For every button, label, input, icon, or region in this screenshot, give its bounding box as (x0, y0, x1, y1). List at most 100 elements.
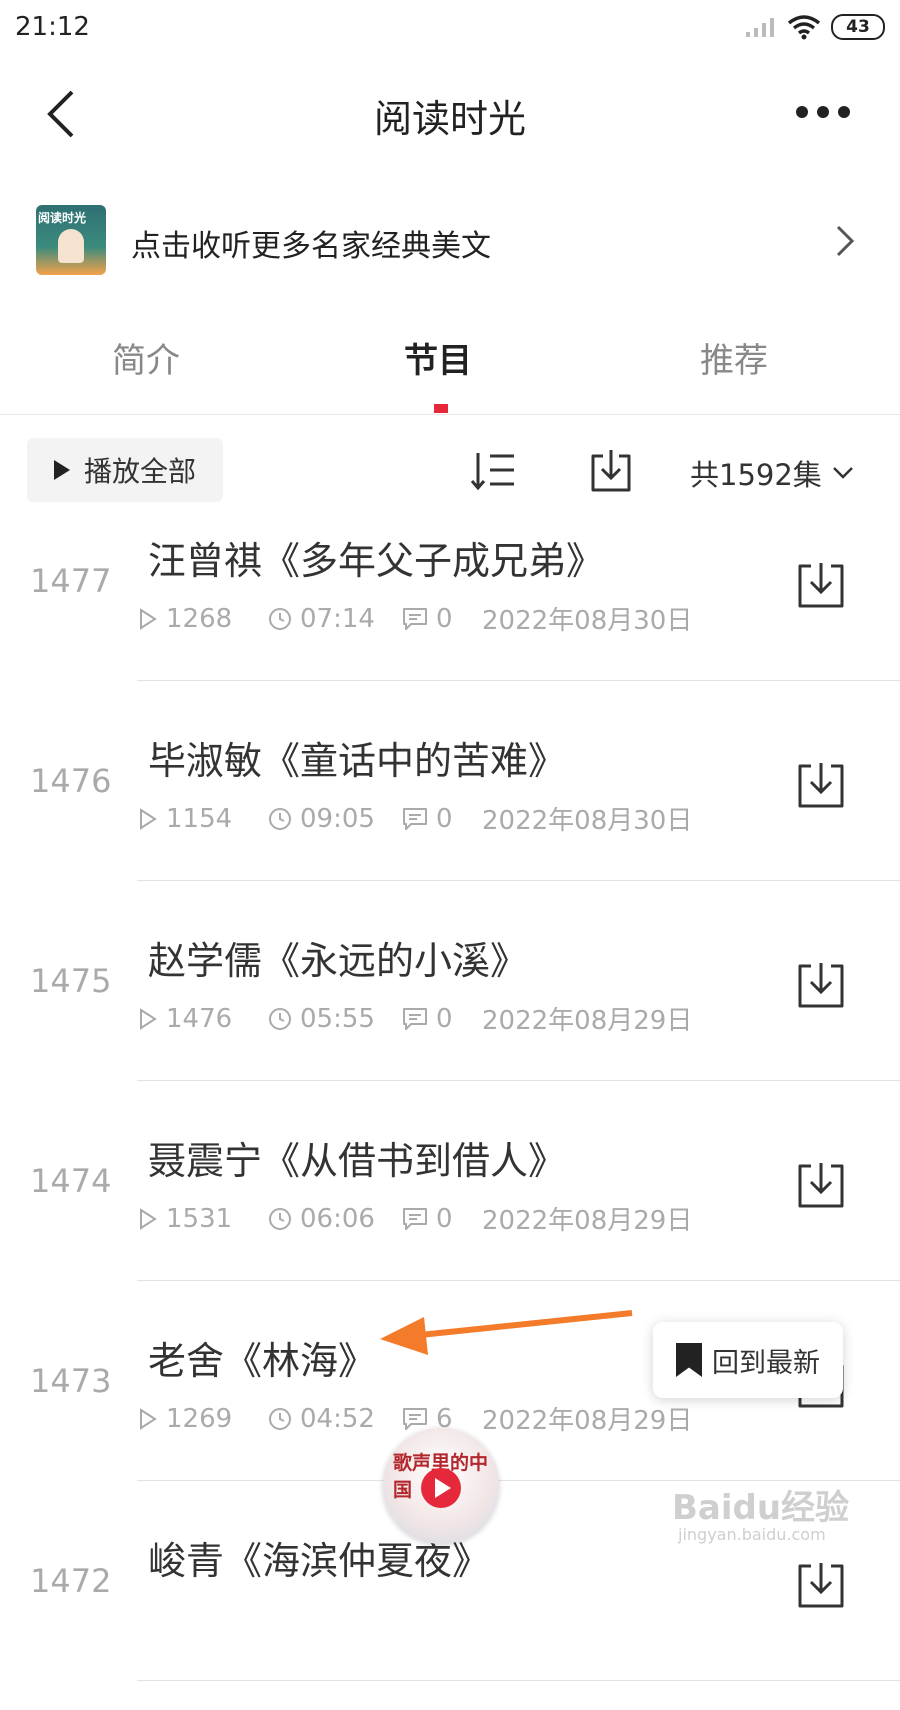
comment-count: 0 (402, 1004, 482, 1034)
publish-date: 2022年08月29日 (482, 1406, 693, 1436)
play-outline-icon (140, 807, 157, 830)
publish-date: 2022年08月29日 (482, 1006, 693, 1036)
episode-title[interactable]: 赵学儒《永远的小溪》 (148, 930, 528, 985)
duration-value: 05:55 (300, 1003, 375, 1034)
download-icon[interactable] (796, 1560, 846, 1610)
more-dot-icon (817, 106, 829, 118)
clock-icon (269, 1407, 291, 1430)
mini-player-play-icon[interactable] (421, 1468, 461, 1508)
download-icon[interactable] (796, 560, 846, 610)
watermark-url: jingyan.baidu.com (678, 1525, 826, 1544)
play-count-value: 1476 (166, 1003, 233, 1034)
chevron-right-icon (836, 225, 855, 257)
episode-row[interactable]: 1474 聂震宁《从借书到借人》 1531 06:06 0 2022年08月29… (0, 1110, 900, 1310)
publish-date: 2022年08月29日 (482, 1206, 693, 1236)
download-icon[interactable] (796, 760, 846, 810)
episode-row[interactable]: 1477 汪曾祺《多年父子成兄弟》 1268 07:14 0 2022年08月3… (0, 510, 900, 710)
row-divider (137, 1280, 900, 1281)
play-all-button[interactable]: 播放全部 (27, 438, 223, 502)
comment-icon (403, 1007, 427, 1030)
bookmark-icon (676, 1343, 702, 1377)
play-count: 1476 (138, 1004, 268, 1034)
back-to-latest-button[interactable]: 回到最新 (653, 1322, 843, 1398)
clock-icon (269, 1007, 291, 1030)
battery-indicator: 43 (831, 14, 885, 40)
promo-banner[interactable]: 阅读时光 点击收听更多名家经典美文 (36, 205, 856, 275)
episode-number: 1475 (30, 962, 112, 1000)
play-all-label: 播放全部 (83, 455, 196, 488)
clock-icon (269, 607, 291, 630)
publish-date: 2022年08月30日 (482, 806, 693, 836)
play-outline-icon (140, 607, 157, 630)
duration-value: 07:14 (300, 603, 375, 634)
episode-number: 1472 (30, 1562, 112, 1600)
row-divider (137, 880, 900, 881)
more-options-button[interactable] (796, 106, 850, 118)
play-count: 1268 (138, 604, 268, 634)
comment-icon (403, 1407, 427, 1430)
duration: 05:55 (268, 1004, 402, 1034)
download-icon[interactable] (796, 960, 846, 1010)
comment-icon (403, 607, 427, 630)
episode-number: 1477 (30, 562, 112, 600)
signal-icon (746, 18, 774, 37)
back-to-latest-label: 回到最新 (712, 1347, 820, 1379)
cover-figure-icon (58, 229, 84, 263)
comment-count-value: 0 (436, 1203, 453, 1234)
clock-icon (269, 807, 291, 830)
comment-icon (403, 1207, 427, 1230)
tabs-divider (0, 414, 900, 415)
duration: 07:14 (268, 604, 402, 634)
episode-count-dropdown[interactable]: 共1592集 (690, 452, 854, 494)
episode-row[interactable]: 1475 赵学儒《永远的小溪》 1476 05:55 0 2022年08月29日 (0, 910, 900, 1110)
duration: 09:05 (268, 804, 402, 834)
active-tab-indicator (434, 404, 448, 413)
play-count: 1269 (138, 1404, 268, 1434)
play-count-value: 1269 (166, 1403, 233, 1434)
episode-title[interactable]: 毕淑敏《童话中的苦难》 (148, 730, 566, 785)
album-cover-thumbnail: 阅读时光 (36, 205, 106, 275)
comment-count: 0 (402, 604, 482, 634)
episode-title[interactable]: 聂震宁《从借书到借人》 (148, 1130, 566, 1185)
mini-player[interactable]: 歌声里的中国 (383, 1428, 499, 1544)
more-dot-icon (796, 106, 808, 118)
play-count-value: 1154 (166, 803, 233, 834)
episode-number: 1474 (30, 1162, 112, 1200)
row-divider (137, 1680, 900, 1681)
episode-title[interactable]: 老舍《林海》 (148, 1330, 376, 1385)
episode-row[interactable]: 1476 毕淑敏《童话中的苦难》 1154 09:05 0 2022年08月30… (0, 710, 900, 910)
row-divider (137, 680, 900, 681)
wifi-icon (787, 15, 821, 40)
tab-recommend[interactable]: 推荐 (700, 333, 768, 382)
annotation-arrow (380, 1310, 633, 1355)
chevron-down-icon (832, 467, 853, 479)
banner-text: 点击收听更多名家经典美文 (131, 229, 491, 264)
download-icon[interactable] (796, 1160, 846, 1210)
play-icon (53, 460, 70, 480)
episode-meta: 1476 05:55 0 2022年08月29日 (138, 1000, 692, 1037)
play-count-value: 1268 (166, 603, 233, 634)
batch-download-icon[interactable] (589, 448, 633, 494)
episode-number: 1476 (30, 762, 112, 800)
comment-count: 0 (402, 1204, 482, 1234)
tab-intro[interactable]: 简介 (112, 333, 180, 382)
duration-value: 06:06 (300, 1203, 375, 1234)
play-count-value: 1531 (166, 1203, 233, 1234)
clock-icon (269, 1207, 291, 1230)
status-icons: 43 (745, 14, 885, 40)
comment-count-value: 0 (436, 1003, 453, 1034)
episode-meta: 1531 06:06 0 2022年08月29日 (138, 1200, 692, 1237)
sort-icon[interactable] (470, 450, 516, 492)
tab-programs[interactable]: 节目 (404, 333, 472, 382)
episode-count-label: 共1592集 (690, 458, 822, 492)
episode-number: 1473 (30, 1362, 112, 1400)
duration: 04:52 (268, 1404, 402, 1434)
thumbnail-title: 阅读时光 (38, 211, 87, 225)
comment-icon (403, 807, 427, 830)
play-outline-icon (140, 1207, 157, 1230)
episode-meta: 1269 04:52 6 2022年08月29日 (138, 1400, 692, 1437)
page-title: 阅读时光 (373, 97, 526, 141)
episode-title[interactable]: 汪曾祺《多年父子成兄弟》 (148, 530, 604, 585)
status-time: 21:12 (15, 12, 90, 42)
more-dot-icon (838, 106, 850, 118)
